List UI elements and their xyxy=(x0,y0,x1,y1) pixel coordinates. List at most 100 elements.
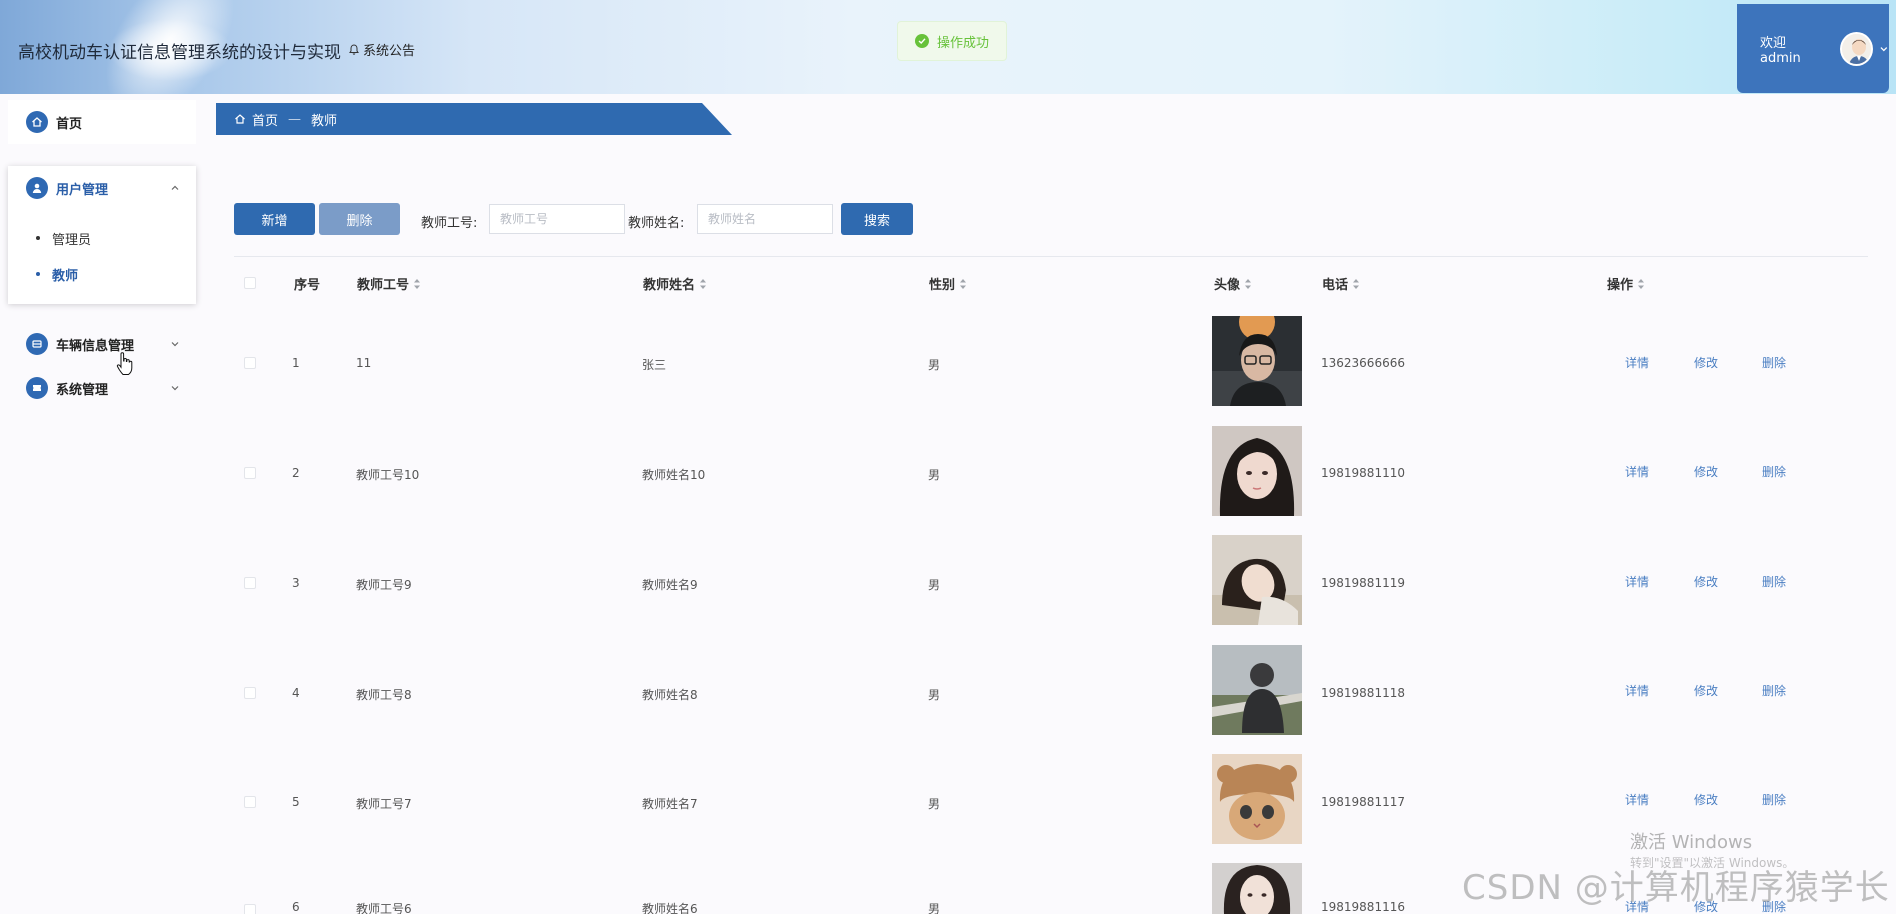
hand-cursor-icon xyxy=(116,352,133,375)
home-icon xyxy=(235,114,245,124)
sidebar-item-home[interactable]: 首页 xyxy=(8,100,196,144)
ticket-icon xyxy=(26,377,48,399)
sidebar-item-admin[interactable]: 管理员 xyxy=(8,220,196,256)
sort-icon[interactable] xyxy=(413,278,421,290)
delete-link[interactable]: 删除 xyxy=(1762,354,1786,371)
chevron-down-icon xyxy=(171,342,179,347)
row-checkbox[interactable] xyxy=(244,904,256,914)
detail-link[interactable]: 详情 xyxy=(1625,463,1649,480)
success-toast: 操作成功 xyxy=(897,21,1007,61)
cell-teacher-id: 教师工号7 xyxy=(356,797,412,811)
welcome-text: 欢迎 admin xyxy=(1760,35,1801,66)
sidebar-item-teacher-label: 教师 xyxy=(52,268,79,284)
sidebar-item-system-management[interactable]: 系统管理 xyxy=(8,366,196,410)
sort-icon[interactable] xyxy=(959,278,967,290)
sidebar-group-user-management: 用户管理 管理员 教师 xyxy=(8,166,196,304)
sort-icon[interactable] xyxy=(699,278,707,290)
cell-phone: 13623666666 xyxy=(1321,356,1405,370)
col-header-gender[interactable]: 性别 xyxy=(929,274,967,293)
sidebar-item-vehicle-management-label: 车辆信息管理 xyxy=(56,338,135,354)
sidebar-item-vehicle-management[interactable]: 车辆信息管理 xyxy=(8,322,196,366)
teacher-name-label: 教师姓名: xyxy=(628,216,685,231)
cell-index: 5 xyxy=(292,795,300,809)
cell-phone: 19819881119 xyxy=(1321,576,1405,590)
row-checkbox[interactable] xyxy=(244,687,256,699)
edit-link[interactable]: 修改 xyxy=(1694,573,1718,590)
cell-index: 1 xyxy=(292,356,300,370)
sort-icon[interactable] xyxy=(1637,278,1645,290)
col-header-phone[interactable]: 电话 xyxy=(1322,274,1360,293)
cell-teacher-id: 教师工号6 xyxy=(356,902,412,914)
vehicle-icon xyxy=(26,333,48,355)
bullet-dot xyxy=(36,236,40,240)
delete-link[interactable]: 删除 xyxy=(1762,682,1786,699)
col-header-teacher-id[interactable]: 教师工号 xyxy=(357,274,421,293)
sidebar-item-teacher[interactable]: 教师 xyxy=(8,256,196,292)
add-button[interactable]: 新增 xyxy=(234,203,315,235)
sort-icon[interactable] xyxy=(1352,278,1360,290)
system-notice-label: 系统公告 xyxy=(363,44,416,59)
teacher-id-label: 教师工号: xyxy=(421,216,478,231)
cell-phone: 19819881110 xyxy=(1321,466,1405,480)
edit-link[interactable]: 修改 xyxy=(1694,682,1718,699)
breadcrumb-home-link[interactable]: 首页 xyxy=(252,110,278,129)
cell-teacher-id: 教师工号8 xyxy=(356,688,412,702)
row-checkbox[interactable] xyxy=(244,357,256,369)
search-button[interactable]: 搜索 xyxy=(841,203,913,235)
sort-icon[interactable] xyxy=(1244,278,1252,290)
col-header-avatar-label: 头像 xyxy=(1214,278,1241,293)
chevron-down-icon xyxy=(1880,46,1888,51)
col-header-index: 序号 xyxy=(294,274,320,293)
col-header-index-label: 序号 xyxy=(294,278,321,293)
cell-gender: 男 xyxy=(928,688,941,702)
detail-link[interactable]: 详情 xyxy=(1625,682,1649,699)
teacher-avatar-photo xyxy=(1212,426,1302,516)
detail-link[interactable]: 详情 xyxy=(1625,354,1649,371)
col-header-avatar[interactable]: 头像 xyxy=(1214,274,1252,293)
select-all-checkbox[interactable] xyxy=(244,277,256,289)
user-menu[interactable]: 欢迎 admin xyxy=(1737,4,1889,93)
delete-link[interactable]: 删除 xyxy=(1762,463,1786,480)
cell-teacher-name: 教师姓名9 xyxy=(642,578,698,592)
cell-phone: 19819881117 xyxy=(1321,795,1405,809)
row-checkbox[interactable] xyxy=(244,796,256,808)
breadcrumb: 首页 — 教师 xyxy=(216,103,732,135)
delete-link[interactable]: 删除 xyxy=(1762,791,1786,808)
teacher-avatar-photo xyxy=(1212,316,1302,406)
col-header-teacher-name[interactable]: 教师姓名 xyxy=(643,274,707,293)
user-avatar xyxy=(1840,31,1874,66)
edit-link[interactable]: 修改 xyxy=(1694,791,1718,808)
cell-index: 2 xyxy=(292,466,300,480)
avatar-illustration xyxy=(1842,33,1872,64)
row-checkbox[interactable] xyxy=(244,467,256,479)
col-header-actions-label: 操作 xyxy=(1607,278,1634,293)
toast-message: 操作成功 xyxy=(936,35,989,51)
system-notice-link[interactable]: 系统公告 xyxy=(348,40,415,59)
teacher-avatar-photo xyxy=(1212,754,1302,844)
delete-link[interactable]: 删除 xyxy=(1762,573,1786,590)
cell-teacher-name: 教师姓名8 xyxy=(642,688,698,702)
col-header-gender-label: 性别 xyxy=(929,278,956,293)
bullet-dot xyxy=(36,272,40,276)
cell-teacher-id: 11 xyxy=(356,356,372,370)
cell-teacher-id: 教师工号9 xyxy=(356,578,412,592)
breadcrumb-current: 教师 xyxy=(311,113,338,129)
col-header-phone-label: 电话 xyxy=(1322,278,1349,293)
edit-link[interactable]: 修改 xyxy=(1694,354,1718,371)
teacher-name-input[interactable] xyxy=(697,204,833,234)
home-icon xyxy=(26,111,48,133)
detail-link[interactable]: 详情 xyxy=(1625,573,1649,590)
detail-link[interactable]: 详情 xyxy=(1625,791,1649,808)
cell-gender: 男 xyxy=(928,578,941,592)
cell-index: 3 xyxy=(292,576,300,590)
windows-activation-watermark: 激活 Windows xyxy=(1630,832,1753,853)
cell-gender: 男 xyxy=(928,358,941,372)
sidebar-item-user-management[interactable]: 用户管理 xyxy=(8,166,196,210)
teacher-id-input[interactable] xyxy=(489,204,625,234)
edit-link[interactable]: 修改 xyxy=(1694,463,1718,480)
cell-gender: 男 xyxy=(928,468,941,482)
col-header-actions[interactable]: 操作 xyxy=(1607,274,1645,293)
cell-teacher-name: 张三 xyxy=(642,358,667,372)
delete-button[interactable]: 删除 xyxy=(319,203,400,235)
row-checkbox[interactable] xyxy=(244,577,256,589)
